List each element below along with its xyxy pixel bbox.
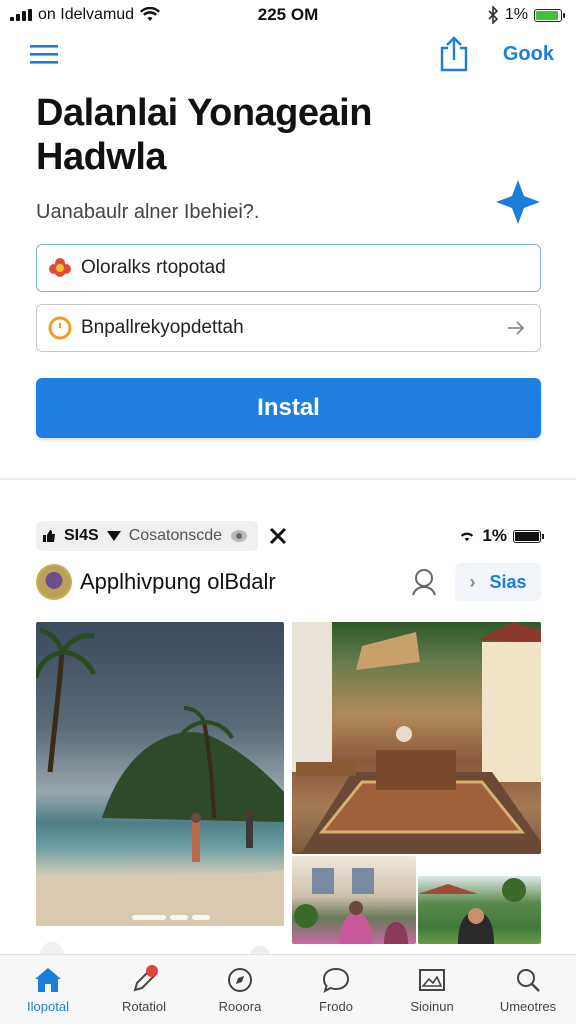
carrier-label: on Idelvamud — [38, 6, 135, 23]
section-divider — [0, 478, 576, 480]
image-icon — [419, 968, 445, 991]
tab-chat[interactable]: Frodo — [288, 955, 384, 1024]
clock-icon — [47, 315, 73, 341]
room-scene — [294, 868, 408, 944]
bottom-tab-bar: Ilopotal Rotatiol Rooora Frodo Sioinun U… — [0, 954, 576, 1024]
tab-gallery-label: Sioinun — [410, 998, 454, 1014]
tab-search-label: Umeotres — [499, 998, 557, 1014]
inner-status-pill: SI4S Cosatonscde — [36, 521, 259, 551]
search-icon — [517, 968, 540, 992]
share-icon[interactable] — [439, 36, 469, 72]
carousel-indicator — [132, 915, 210, 920]
origin-field-value: Oloralks rtopotad — [81, 257, 226, 278]
status-bar: on Idelvamud 225 OM 1% — [0, 0, 576, 30]
profile-name[interactable]: Applhivpung olBdalr — [80, 569, 409, 595]
garden-scene — [418, 878, 526, 944]
battery-percent: 1% — [504, 6, 528, 23]
tab-search[interactable]: Umeotres — [480, 955, 576, 1024]
home-icon — [35, 967, 61, 992]
hamburger-menu-icon[interactable] — [30, 43, 58, 65]
inner-status-center: Cosatonscde — [128, 527, 223, 544]
tab-edit-label: Rotatiol — [121, 998, 167, 1014]
wifi-icon — [140, 7, 161, 21]
tab-home-label: Ilopotal — [27, 998, 69, 1014]
room-photo[interactable] — [292, 856, 416, 944]
status-time: 225 OM — [257, 5, 319, 24]
tab-chat-label: Frodo — [319, 998, 353, 1014]
page-title: Dalanlai Yonageain Hadwla — [36, 92, 372, 178]
flower-icon — [47, 255, 73, 281]
beach-scene — [36, 627, 284, 926]
wifi-icon — [461, 532, 474, 542]
status-left: on Idelvamud — [10, 6, 161, 24]
courtyard-scene — [292, 622, 541, 854]
origin-field[interactable]: Oloralks rtopotad — [36, 244, 541, 292]
sign-button-label: Sias — [489, 571, 527, 592]
tab-edit[interactable]: Rotatiol — [96, 955, 192, 1024]
compass-icon — [228, 967, 252, 992]
destination-field[interactable]: Bnpallrekyopdettah — [36, 304, 541, 352]
location-arrow-icon — [106, 531, 121, 541]
battery-icon — [513, 529, 544, 543]
install-button[interactable]: Instal — [36, 378, 541, 438]
eye-icon — [231, 530, 248, 542]
avatar[interactable] — [36, 564, 72, 600]
inner-status-label: SI4S — [64, 527, 99, 544]
inner-battery-percent: 1% — [482, 526, 507, 545]
battery-icon — [534, 8, 565, 22]
page-subtitle: Uanabaulr alner Ibehiei?. — [36, 201, 260, 224]
bluetooth-icon — [488, 6, 499, 24]
sparkle-icon — [496, 180, 540, 224]
tab-explore[interactable]: Rooora — [192, 955, 288, 1024]
chevron-right-icon: › — [469, 571, 476, 592]
beach-photo[interactable] — [36, 622, 284, 926]
arrow-right-icon — [508, 321, 525, 335]
sign-button[interactable]: › Sias — [455, 563, 541, 601]
tools-icon[interactable] — [269, 527, 287, 545]
user-search-icon[interactable] — [409, 567, 439, 597]
nav-action-link[interactable]: Gook — [503, 43, 554, 66]
profile-row: Applhivpung olBdalr › Sias — [36, 562, 541, 602]
courtyard-photo[interactable] — [292, 622, 541, 854]
status-right: 1% — [487, 6, 565, 24]
chat-bubble-icon — [322, 967, 350, 993]
top-nav: Gook — [0, 32, 576, 76]
tab-explore-label: Rooora — [218, 998, 262, 1014]
nav-right: Gook — [439, 36, 554, 72]
thumbs-up-icon — [43, 530, 55, 542]
tab-home[interactable]: Ilopotal — [0, 955, 96, 1024]
notification-badge — [145, 965, 158, 977]
signal-icon — [10, 9, 32, 21]
garden-photo[interactable] — [418, 876, 541, 944]
tab-gallery[interactable]: Sioinun — [384, 955, 480, 1024]
profile-actions: › Sias — [409, 563, 541, 601]
destination-field-value: Bnpallrekyopdettah — [81, 317, 244, 338]
inner-status-right: 1% — [458, 526, 544, 546]
inner-status-row: SI4S Cosatonscde 1% — [36, 520, 544, 552]
hero: Dalanlai Yonageain Hadwla Uanabaulr alne… — [36, 92, 546, 224]
